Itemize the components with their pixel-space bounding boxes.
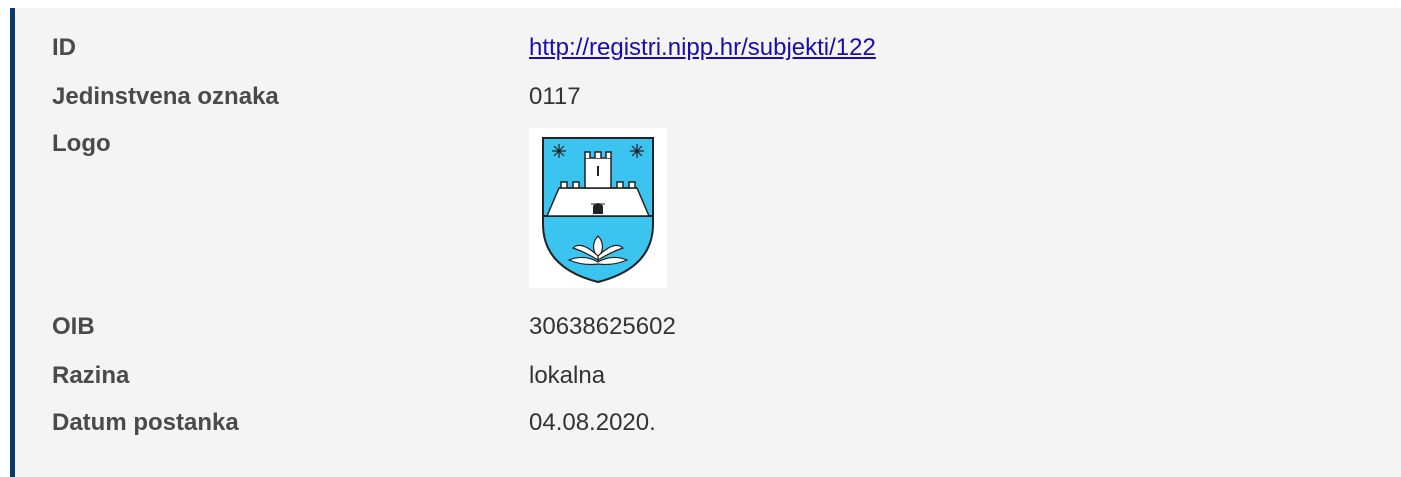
field-label-level: Razina — [52, 362, 130, 389]
field-row-id: ID http://registri.nipp.hr/subjekti/122 — [52, 30, 1401, 66]
field-value-unique-mark: 0117 — [529, 83, 581, 110]
field-row-unique-mark: Jedinstvena oznaka 0117 — [52, 79, 1401, 115]
subject-url-link[interactable]: http://registri.nipp.hr/subjekti/122 — [529, 30, 876, 66]
field-value-founding-date: 04.08.2020. — [529, 409, 656, 436]
field-label-id: ID — [52, 34, 76, 61]
field-label-founding-date: Datum postanka — [52, 409, 239, 436]
field-label-oib: OIB — [52, 313, 95, 340]
field-row-level: Razina lokalna — [52, 358, 1401, 394]
field-row-founding-date: Datum postanka 04.08.2020. — [52, 405, 1401, 441]
detail-panel: ID http://registri.nipp.hr/subjekti/122 … — [10, 8, 1401, 477]
field-label-logo: Logo — [52, 130, 111, 157]
field-value-level: lokalna — [529, 362, 606, 389]
field-row-logo: Logo — [52, 126, 1401, 291]
field-row-oib: OIB 30638625602 — [52, 309, 1401, 345]
field-label-unique-mark: Jedinstvena oznaka — [52, 83, 279, 110]
field-value-oib: 30638625602 — [529, 313, 676, 340]
coat-of-arms-icon — [542, 137, 654, 284]
coat-of-arms-logo — [529, 128, 667, 288]
